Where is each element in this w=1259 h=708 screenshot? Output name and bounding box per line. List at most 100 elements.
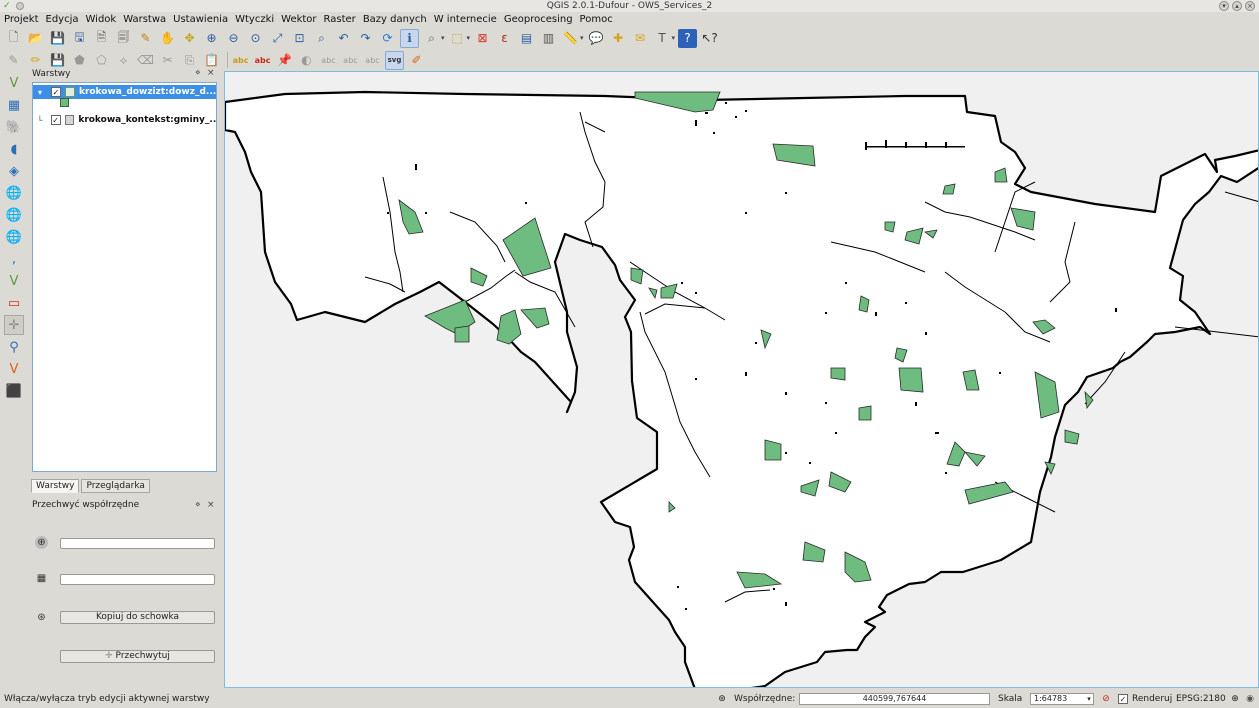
add-vector-layer-icon[interactable]: V [4, 73, 24, 93]
new-bookmark-icon[interactable]: ✚ [609, 29, 628, 48]
add-wfs-layer-icon[interactable]: 🌐 [4, 227, 24, 247]
deselect-icon[interactable]: ⊠ [473, 29, 492, 48]
coord-field-1[interactable] [60, 538, 215, 549]
grass-tools-icon[interactable]: V [4, 359, 24, 379]
remove-layer-icon[interactable]: ▭ [4, 293, 24, 313]
chevron-down-icon[interactable]: ▾ [441, 34, 445, 42]
zoom-actual-icon[interactable]: ⊙ [246, 29, 265, 48]
menu-widok[interactable]: Widok [86, 12, 117, 27]
layer-item-dowzizt[interactable]: ▾ ✓ krokowa_dowzizt:dowz_d... [33, 85, 216, 99]
zoom-layer-icon[interactable]: ⌕ [312, 29, 331, 48]
zoom-in-icon[interactable]: ⊕ [202, 29, 221, 48]
add-wcs-layer-icon[interactable]: 🌐 [4, 205, 24, 225]
zoom-full-icon[interactable]: ⤢ [268, 29, 287, 48]
svg-annotation-icon[interactable]: svg [385, 50, 404, 70]
new-print-composer-icon[interactable]: 🗎 [92, 29, 111, 48]
layer-labeling-icon[interactable]: abc [253, 51, 272, 70]
georeferencer-icon[interactable]: ⚲ [4, 337, 24, 357]
pan-to-selection-icon[interactable]: ✥ [180, 29, 199, 48]
refresh-icon[interactable]: ⟳ [378, 29, 397, 48]
chevron-down-icon[interactable]: ▾ [467, 34, 471, 42]
crs-label[interactable]: EPSG:2180 [1176, 694, 1226, 704]
menu-w-internecie[interactable]: W internecie [434, 12, 497, 27]
field-calculator-icon[interactable]: ε [495, 29, 514, 48]
chevron-down-icon[interactable]: ▾ [1083, 693, 1095, 705]
add-postgis-layer-icon[interactable]: 🐘 [4, 117, 24, 137]
show-hide-labels-icon[interactable]: ◐ [297, 51, 316, 70]
menu-ustawienia[interactable]: Ustawienia [173, 12, 228, 27]
map-tips-icon[interactable]: 💬 [587, 29, 606, 48]
style-manager-icon[interactable]: ✎ [136, 29, 155, 48]
text-annotation-icon[interactable]: T [653, 29, 672, 48]
menu-projekt[interactable]: Projekt [4, 12, 39, 27]
zoom-out-icon[interactable]: ⊖ [224, 29, 243, 48]
maximize-button[interactable]: ▴ [1232, 1, 1242, 11]
coordinate-toggle-icon[interactable]: ⊛ [716, 693, 728, 705]
capture-button[interactable]: ✛ Przechwytuj [60, 650, 215, 663]
menu-pomoc[interactable]: Pomoc [580, 12, 613, 27]
new-shapefile-icon[interactable]: V [4, 271, 24, 291]
tab-przegladarka[interactable]: Przeglądarka [81, 479, 150, 493]
render-checkbox[interactable]: ✓ [1118, 694, 1128, 704]
minimize-button[interactable]: ▾ [1219, 1, 1229, 11]
zoom-selection-icon[interactable]: ⊡ [290, 29, 309, 48]
stop-render-icon[interactable]: ⊘ [1100, 693, 1112, 705]
save-as-icon[interactable]: 🖫 [70, 29, 89, 48]
menu-wektor[interactable]: Wektor [281, 12, 316, 27]
coordinates-field[interactable]: 440599,767644 [799, 693, 990, 705]
help-icon[interactable]: ? [678, 28, 698, 48]
map-canvas[interactable] [224, 71, 1259, 688]
add-spatialite-layer-icon[interactable]: ◖ [4, 139, 24, 159]
menu-bazy-danych[interactable]: Bazy danych [363, 12, 427, 27]
close-panel-icon[interactable]: × [207, 500, 215, 510]
add-delimited-text-icon[interactable]: , [4, 249, 24, 269]
add-wfs-icon[interactable]: ⬛ [4, 381, 24, 401]
show-bookmarks-icon[interactable]: ✉ [631, 29, 650, 48]
tab-warstwy[interactable]: Warstwy [31, 479, 80, 493]
statistics-icon[interactable]: ▥ [539, 29, 558, 48]
layer-visibility-checkbox[interactable]: ✓ [50, 87, 61, 97]
save-project-icon[interactable]: 💾 [48, 29, 67, 48]
menu-raster[interactable]: Raster [324, 12, 356, 27]
coordinate-capture-icon[interactable]: ✛ [4, 315, 24, 335]
coord-field-2[interactable] [60, 574, 215, 585]
expand-icon[interactable]: ▾ [35, 88, 45, 97]
zoom-next-icon[interactable]: ↷ [356, 29, 375, 48]
measure-icon[interactable]: 📏 [561, 29, 580, 48]
layer-item-gminy[interactable]: └ ✓ krokowa_kontekst:gminy_... [33, 113, 216, 127]
move-label-icon[interactable]: abc [319, 51, 338, 70]
float-panel-icon[interactable]: ⋄ [195, 68, 201, 78]
attribute-table-icon[interactable]: ▤ [517, 29, 536, 48]
messages-icon[interactable]: ◉ [1244, 693, 1256, 705]
zoom-dropdown-icon[interactable]: ⌕ [422, 29, 441, 48]
menu-warstwa[interactable]: Warstwa [123, 12, 166, 27]
add-mssql-layer-icon[interactable]: ◈ [4, 161, 24, 181]
layer-tree[interactable]: ▾ ✓ krokowa_dowzizt:dowz_d... └ ✓ krokow… [32, 82, 217, 472]
chevron-down-icon[interactable]: ▾ [672, 34, 676, 42]
tracking-icon[interactable]: ⊛ [35, 611, 48, 624]
layer-visibility-checkbox[interactable]: ✓ [50, 115, 61, 125]
rotate-label-icon[interactable]: abc [341, 51, 360, 70]
menu-wtyczki[interactable]: Wtyczki [235, 12, 274, 27]
zoom-last-icon[interactable]: ↶ [334, 29, 353, 48]
change-label-icon[interactable]: abc [363, 51, 382, 70]
add-raster-layer-icon[interactable]: ▦ [4, 95, 24, 115]
close-panel-icon[interactable]: × [207, 68, 215, 78]
chevron-down-icon[interactable]: ▾ [580, 34, 584, 42]
menu-geoprocesing[interactable]: Geoprocesing [504, 12, 573, 27]
select-features-icon[interactable]: ⬚ [448, 29, 467, 48]
edit-python-icon[interactable]: ✐ [407, 51, 426, 70]
identify-icon[interactable]: ℹ [400, 28, 419, 48]
close-button[interactable]: × [1245, 1, 1255, 11]
menu-edycja[interactable]: Edycja [46, 12, 79, 27]
crs-status-icon[interactable]: ⊕ [1229, 693, 1241, 705]
label-toolbar-icon[interactable]: abc [231, 51, 250, 70]
pan-icon[interactable]: ✋ [158, 29, 177, 48]
open-project-icon[interactable]: 📂 [26, 29, 45, 48]
whats-this-icon[interactable]: ↖? [700, 29, 719, 48]
grid-icon[interactable]: ▦ [35, 572, 48, 585]
copy-to-clipboard-button[interactable]: Kopiuj do schowka [60, 611, 215, 624]
float-panel-icon[interactable]: ⋄ [195, 500, 201, 510]
current-edits-icon[interactable]: ✎ [4, 51, 23, 70]
new-project-icon[interactable]: 🗋 [4, 29, 23, 48]
